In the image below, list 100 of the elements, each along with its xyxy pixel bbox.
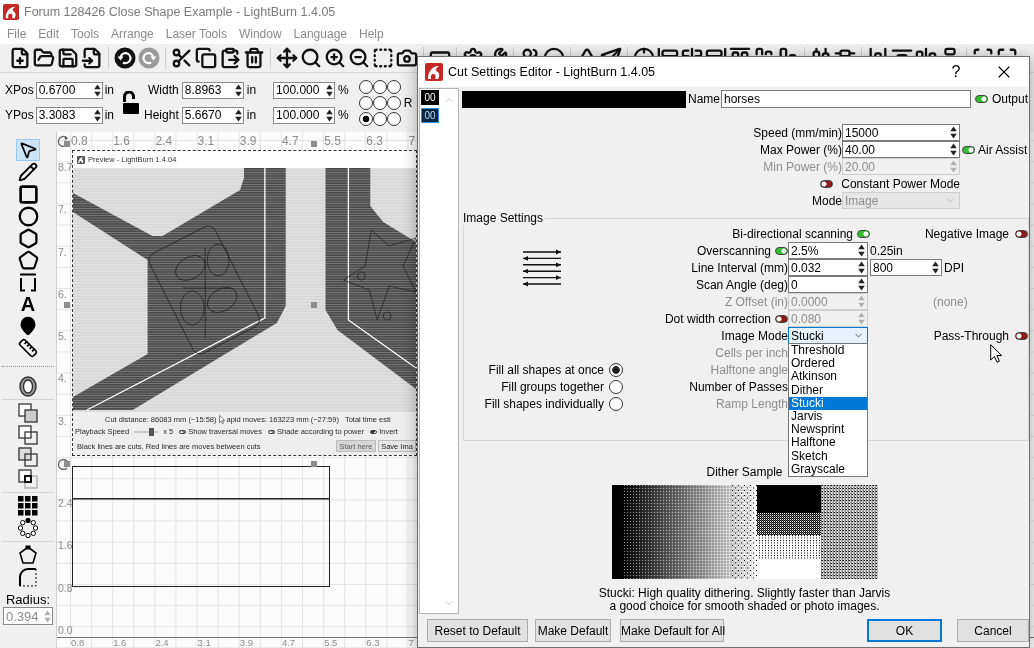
tool-button[interactable] [16,566,40,588]
dropdown-option[interactable]: Ordered [789,357,867,371]
dropdown-option[interactable]: Threshold [789,344,867,358]
help-button[interactable]: ? [933,57,979,87]
toggle-switch[interactable] [370,430,378,434]
file-plus-icon[interactable] [9,47,31,69]
dropdown-option[interactable]: Halftone [789,436,867,450]
dialog-button[interactable]: Reset to Default [427,619,528,642]
dropdown-option[interactable]: Grayscale [789,462,867,476]
zoom-in-icon[interactable] [324,47,346,69]
menu-item[interactable]: File [7,27,27,41]
spinner-arrows-icon[interactable] [93,83,101,97]
anchor-radio[interactable] [372,95,387,110]
spinner-arrows-icon[interactable] [950,143,957,156]
spinner-arrows-icon[interactable] [858,261,865,274]
selection-handle[interactable] [64,461,70,467]
dialog-button[interactable]: OK [867,619,942,642]
position-field[interactable]: 0.6700 [35,81,103,99]
dropdown-option[interactable]: Newsprint [789,423,867,437]
radio-button[interactable] [609,362,623,377]
tool-button[interactable] [16,468,40,490]
spinner-arrows-icon[interactable] [932,261,939,274]
menu-item[interactable]: Edit [38,27,60,41]
toggle-switch[interactable] [179,430,187,434]
anchor-radio[interactable] [358,95,373,110]
selection-handle[interactable] [64,302,70,308]
trash-icon[interactable] [243,47,265,69]
spin-field[interactable]: 0.032 [788,259,868,276]
tool-button[interactable] [16,139,40,161]
move-arrows-icon[interactable] [276,47,298,69]
menu-item[interactable]: Language [293,27,347,41]
tool-button[interactable]: A [16,293,40,315]
tool-button[interactable] [16,161,40,183]
selection-handle[interactable] [64,141,70,147]
toggle-switch[interactable] [1015,229,1028,238]
dashed-square-icon[interactable] [372,47,394,69]
clipboard-icon[interactable] [219,47,241,69]
menu-item[interactable]: Laser Tools [165,27,227,41]
radio-button[interactable] [609,396,623,411]
folder-icon[interactable] [33,47,55,69]
toggle-switch[interactable] [975,95,988,103]
spin-field[interactable]: 0 [788,276,868,293]
spin-field[interactable]: 40.00 [842,141,960,158]
padlock-icon[interactable] [122,90,141,115]
tool-button[interactable] [16,495,40,517]
layer-color-swatch[interactable] [462,90,686,108]
scissors-icon[interactable] [171,47,193,69]
tool-button[interactable] [16,517,40,539]
rotate-arrow-icon[interactable] [57,135,69,147]
menu-item[interactable]: Tools [71,27,100,41]
dropdown-option[interactable]: Dither [789,383,867,397]
menu-item[interactable]: Window [238,27,282,41]
anchor-radio[interactable] [372,111,387,126]
dialog-button[interactable]: Cancel [957,619,1029,642]
spinner-arrows-icon[interactable] [234,108,242,122]
spin-field[interactable]: 15000 [842,124,960,141]
tool-button[interactable] [16,183,40,205]
copy-icon[interactable] [195,47,217,69]
spinner-arrows-icon[interactable] [93,108,101,122]
selection-handle[interactable] [311,141,317,147]
tool-button[interactable] [16,446,40,468]
camera-icon[interactable] [396,47,418,69]
tool-button[interactable] [16,375,40,397]
scale-field[interactable]: 100.000 [273,106,336,124]
toggle-switch[interactable] [857,229,870,238]
tool-button[interactable] [16,544,40,566]
spinner-arrows-icon[interactable] [234,83,242,97]
size-field[interactable]: 8.8963 [181,81,244,99]
dropdown-option[interactable]: Atkinson [789,370,867,384]
menu-item[interactable]: Arrange [111,27,154,41]
radio-button[interactable] [609,379,623,394]
layer-tile[interactable]: 00 [421,90,439,105]
anchor-radio[interactable] [358,111,373,126]
name-field[interactable]: horses [721,90,971,108]
dialog-button[interactable]: Make Default for All [620,619,724,642]
anchor-radio[interactable] [386,111,401,126]
file-arrow-icon[interactable] [81,47,103,69]
spin-field[interactable]: 2.5% [788,242,868,259]
tool-button[interactable] [16,402,40,424]
dropdown-option[interactable]: Sketch [789,449,867,463]
menu-item[interactable]: Help [359,27,384,41]
slider-thumb[interactable] [148,428,154,436]
size-field[interactable]: 5.6670 [181,106,244,124]
toggle-switch[interactable] [1015,331,1028,340]
anchor-radio[interactable] [372,79,387,94]
tool-button[interactable] [16,424,40,446]
position-field[interactable]: 3.3083 [35,106,103,124]
dropdown-option[interactable]: Stucki [789,396,867,410]
tool-button[interactable] [16,337,40,359]
selection-handle[interactable] [311,461,317,467]
spinner-arrows-icon[interactable] [858,278,865,291]
spinner-arrows-icon[interactable] [950,126,957,139]
toggle-switch[interactable] [268,430,275,434]
magnifier-icon[interactable] [300,47,322,69]
rectangle-shape[interactable] [72,466,330,587]
preview-window[interactable] [72,150,417,456]
anchor-radio[interactable] [386,79,401,94]
dropdown-option[interactable]: Jarvis [789,409,867,424]
selection-handle[interactable] [311,302,317,308]
toggle-switch[interactable] [962,145,975,154]
